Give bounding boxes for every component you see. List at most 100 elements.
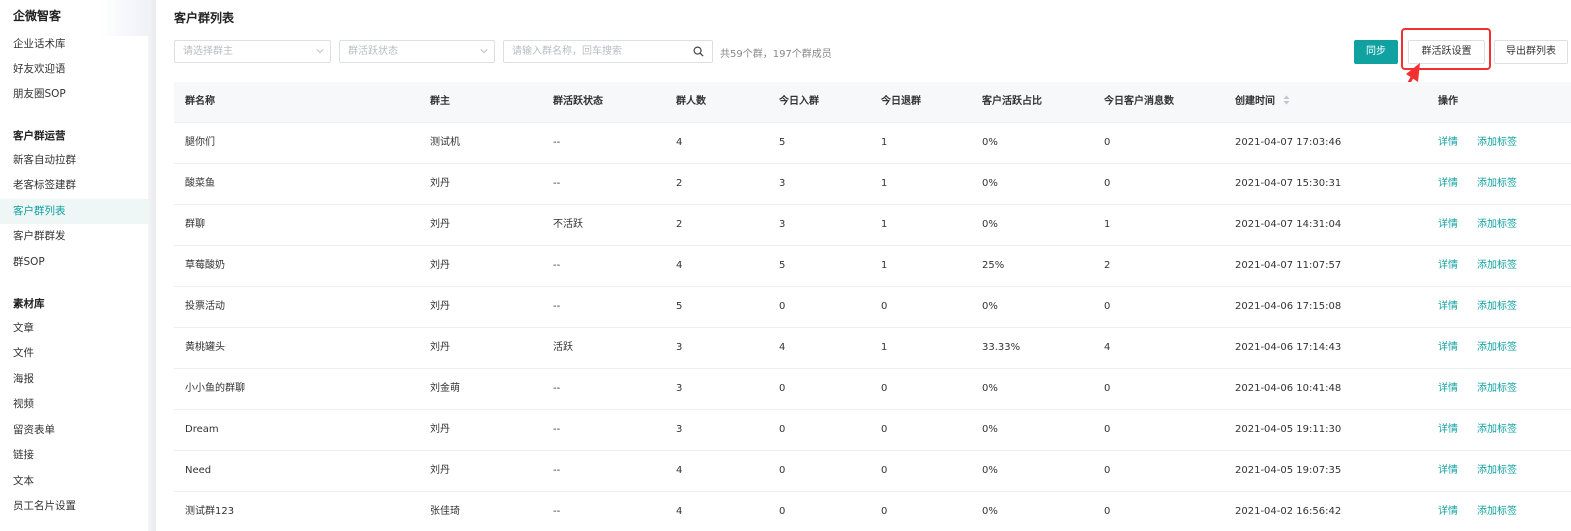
add-tag-link[interactable]: 添加标签 <box>1477 246 1517 286</box>
table-row: Dream 刘丹 -- 3 0 0 0% 0 2021-04-05 19:11:30 详情 添加标签 <box>174 410 1571 451</box>
cell-joined-today: 5 <box>779 137 786 148</box>
add-tag-link[interactable]: 添加标签 <box>1477 410 1517 450</box>
table-row: Need 刘丹 -- 4 0 0 0% 0 2021-04-05 19:07:35 详情 添加标签 <box>174 451 1571 492</box>
header-created-label: 创建时间 <box>1235 96 1275 107</box>
sidebar-item-text[interactable]: 文本 <box>0 469 153 494</box>
sidebar-item-tag-group[interactable]: 老客标签建群 <box>0 173 153 198</box>
cell-left-today: 1 <box>881 137 888 148</box>
detail-link[interactable]: 详情 <box>1438 451 1458 491</box>
table-row: 草莓酸奶 刘丹 -- 4 5 1 25% 2 2021-04-07 11:07:57 详情 添加标签 <box>174 246 1571 287</box>
cell-left-today: 0 <box>881 383 888 394</box>
add-tag-link[interactable]: 添加标签 <box>1477 164 1517 204</box>
cell-left-today: 1 <box>881 219 888 230</box>
sidebar: 企微智客 企业话术库 好友欢迎语 朋友圈SOP 客户群运营 新客自动拉群 老客标… <box>0 0 156 531</box>
sidebar-item-welcome-message[interactable]: 好友欢迎语 <box>0 57 153 82</box>
cell-owner: 刘丹 <box>430 219 450 230</box>
detail-link[interactable]: 详情 <box>1438 123 1458 163</box>
sidebar-item-group-broadcast[interactable]: 客户群群发 <box>0 224 153 249</box>
sidebar-item-auto-group[interactable]: 新客自动拉群 <box>0 148 153 173</box>
detail-link[interactable]: 详情 <box>1438 246 1458 286</box>
cell-joined-today: 0 <box>779 506 786 517</box>
detail-link[interactable]: 详情 <box>1438 287 1458 327</box>
cell-members: 3 <box>676 424 683 435</box>
sidebar-item-links[interactable]: 链接 <box>0 443 153 468</box>
add-tag-link[interactable]: 添加标签 <box>1477 123 1517 163</box>
sidebar-item-videos[interactable]: 视频 <box>0 392 153 417</box>
detail-link[interactable]: 详情 <box>1438 328 1458 368</box>
chevron-down-icon <box>316 49 324 54</box>
cell-active-ratio: 0% <box>982 383 998 394</box>
sidebar-item-group-sop[interactable]: 群SOP <box>0 250 153 275</box>
sidebar-item-forms[interactable]: 留资表单 <box>0 418 153 443</box>
header-group-name: 群名称 <box>185 96 215 107</box>
sidebar-item-script-library[interactable]: 企业话术库 <box>0 32 153 57</box>
cell-status: -- <box>553 424 561 435</box>
cell-joined-today: 3 <box>779 219 786 230</box>
cell-left-today: 1 <box>881 178 888 189</box>
header-created-time[interactable]: 创建时间 <box>1235 82 1290 122</box>
cell-members: 4 <box>676 260 683 271</box>
cell-active-ratio: 25% <box>982 260 1005 271</box>
cell-messages-today: 1 <box>1104 219 1111 230</box>
sort-icon[interactable] <box>1283 95 1290 105</box>
cell-created-time: 2021-04-06 10:41:48 <box>1235 383 1342 394</box>
cell-group-name: 测试群123 <box>185 506 235 517</box>
header-left-today: 今日退群 <box>881 96 921 107</box>
sidebar-item-group-list[interactable]: 客户群列表 <box>0 199 153 224</box>
detail-link[interactable]: 详情 <box>1438 164 1458 204</box>
cell-members: 3 <box>676 383 683 394</box>
cell-status: -- <box>553 178 561 189</box>
cell-left-today: 0 <box>881 465 888 476</box>
add-tag-link[interactable]: 添加标签 <box>1477 205 1517 245</box>
page-title: 客户群列表 <box>174 11 235 25</box>
header-status: 群活跃状态 <box>553 96 603 107</box>
add-tag-link[interactable]: 添加标签 <box>1477 369 1517 409</box>
cell-group-name: Need <box>185 465 212 476</box>
export-list-button[interactable]: 导出群列表 <box>1494 40 1568 64</box>
table-row: 酸菜鱼 刘丹 -- 2 3 1 0% 0 2021-04-07 15:30:31 详情 添加标签 <box>174 164 1571 205</box>
sidebar-item-business-card[interactable]: 员工名片设置 <box>0 494 153 519</box>
table-header: 群名称 群主 群活跃状态 群人数 今日入群 今日退群 客户活跃占比 今日客户消息… <box>174 82 1571 123</box>
sidebar-item-posters[interactable]: 海报 <box>0 367 153 392</box>
cell-members: 3 <box>676 342 683 353</box>
add-tag-link[interactable]: 添加标签 <box>1477 287 1517 327</box>
cell-active-ratio: 0% <box>982 424 998 435</box>
sidebar-item-files[interactable]: 文件 <box>0 341 153 366</box>
owner-select[interactable]: 请选择群主 <box>174 40 331 63</box>
cell-created-time: 2021-04-07 15:30:31 <box>1235 178 1342 189</box>
detail-link[interactable]: 详情 <box>1438 410 1458 450</box>
header-active-ratio: 客户活跃占比 <box>982 96 1042 107</box>
sidebar-item-articles[interactable]: 文章 <box>0 316 153 341</box>
add-tag-link[interactable]: 添加标签 <box>1477 492 1517 531</box>
cell-members: 5 <box>676 301 683 312</box>
sidebar-item-moments-sop[interactable]: 朋友圈SOP <box>0 82 153 107</box>
cell-joined-today: 0 <box>779 383 786 394</box>
cell-created-time: 2021-04-02 16:56:42 <box>1235 506 1342 517</box>
header-joined-today: 今日入群 <box>779 96 819 107</box>
sidebar-section-materials: 素材库 <box>13 298 45 310</box>
search-icon[interactable] <box>693 46 704 57</box>
cell-messages-today: 0 <box>1104 506 1111 517</box>
group-summary: 共59个群，197个群成员 <box>720 49 832 60</box>
cell-active-ratio: 0% <box>982 465 998 476</box>
cell-owner: 刘金萌 <box>430 383 460 394</box>
table-row: 小小鱼的群聊 刘金萌 -- 3 0 0 0% 0 2021-04-06 10:41:48 详情 添加… <box>174 369 1571 410</box>
header-owner: 群主 <box>430 96 450 107</box>
detail-link[interactable]: 详情 <box>1438 492 1458 531</box>
table-row: 群聊 刘丹 不活跃 2 3 1 0% 1 2021-04-07 14:31:04 详情 添加标签 <box>174 205 1571 246</box>
status-select-placeholder: 群活跃状态 <box>348 46 398 57</box>
group-search-input[interactable]: 请输入群名称，回车搜索 <box>503 40 713 63</box>
status-select[interactable]: 群活跃状态 <box>339 40 495 63</box>
chevron-down-icon <box>480 49 488 54</box>
table-row: 投票活动 刘丹 -- 5 0 0 0% 0 2021-04-06 17:15:08 详情 添加标签 <box>174 287 1571 328</box>
add-tag-link[interactable]: 添加标签 <box>1477 451 1517 491</box>
add-tag-link[interactable]: 添加标签 <box>1477 328 1517 368</box>
cell-status: 活跃 <box>553 342 573 353</box>
cell-active-ratio: 0% <box>982 219 998 230</box>
detail-link[interactable]: 详情 <box>1438 205 1458 245</box>
sidebar-shadow <box>148 0 156 531</box>
cell-status: -- <box>553 465 561 476</box>
detail-link[interactable]: 详情 <box>1438 369 1458 409</box>
cell-group-name: 草莓酸奶 <box>185 260 225 271</box>
header-messages-today: 今日客户消息数 <box>1104 96 1174 107</box>
